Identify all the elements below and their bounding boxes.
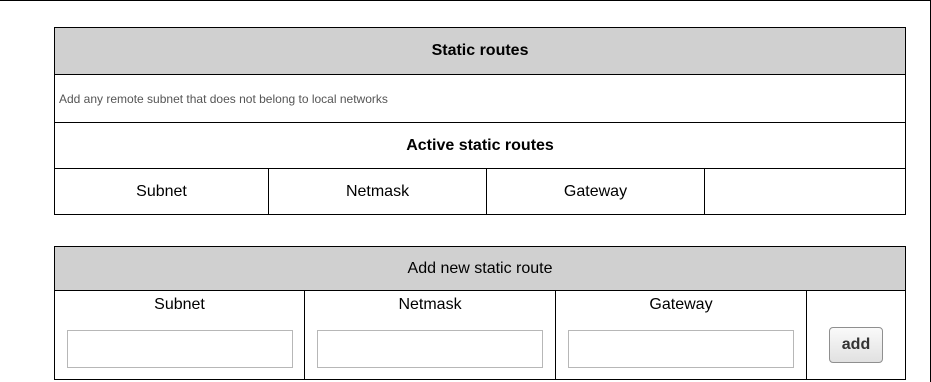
netmask-input[interactable] — [317, 330, 543, 368]
page-frame: Static routes Add any remote subnet that… — [0, 0, 931, 382]
subnet-label: Subnet — [154, 296, 205, 313]
add-button-cell: add — [805, 290, 907, 380]
add-route-panel: Add new static route Subnet Netmask Gate… — [53, 246, 907, 380]
column-header-subnet: Subnet — [54, 168, 269, 215]
static-routes-description: Add any remote subnet that does not belo… — [53, 74, 907, 123]
column-header-gateway: Gateway — [486, 168, 705, 215]
add-route-button[interactable]: add — [829, 327, 884, 363]
subnet-field-cell: Subnet — [54, 290, 305, 380]
netmask-label: Netmask — [398, 296, 462, 313]
static-routes-table: Static routes Add any remote subnet that… — [53, 27, 907, 215]
add-route-table: Add new static route Subnet Netmask Gate… — [53, 246, 907, 380]
gateway-label: Gateway — [649, 296, 713, 313]
column-header-actions — [703, 168, 907, 215]
gateway-input[interactable] — [568, 330, 794, 368]
subnet-input[interactable] — [66, 330, 293, 368]
active-static-routes-title: Active static routes — [53, 122, 907, 169]
static-routes-panel: Static routes Add any remote subnet that… — [53, 27, 907, 215]
add-route-title: Add new static route — [53, 246, 907, 291]
column-header-netmask: Netmask — [268, 168, 487, 215]
static-routes-title: Static routes — [53, 27, 907, 75]
gateway-field-cell: Gateway — [555, 290, 807, 380]
netmask-field-cell: Netmask — [304, 290, 556, 380]
